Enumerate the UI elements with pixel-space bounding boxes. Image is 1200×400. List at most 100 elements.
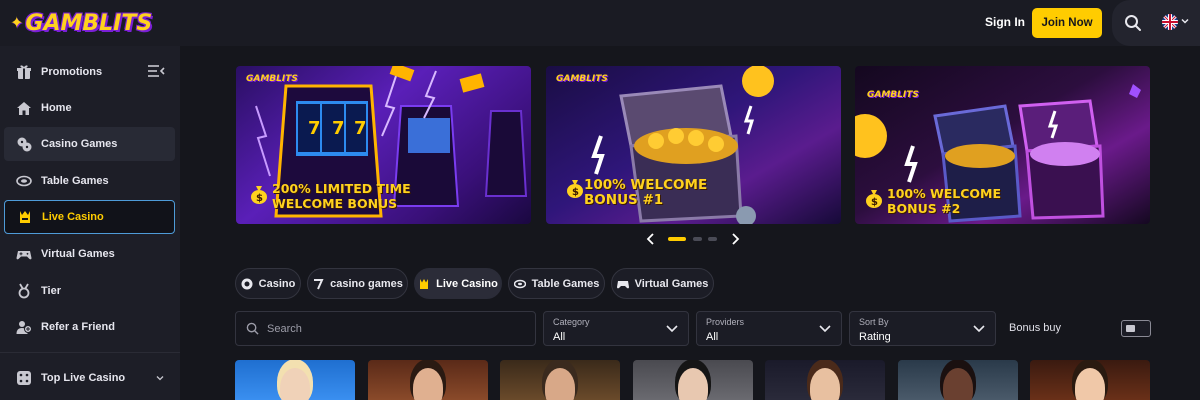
chevron-down-icon[interactable] [156, 374, 164, 382]
sidebar-item-promotions[interactable]: Promotions [4, 55, 175, 89]
svg-text:$: $ [871, 197, 878, 208]
sidebar-item-label: Casino Games [41, 138, 118, 150]
dice-icon [17, 137, 32, 152]
toggle-knob [1126, 325, 1135, 332]
seven-icon [314, 278, 324, 289]
money-bag-icon: $ [251, 186, 267, 204]
svg-text:$: $ [256, 193, 263, 204]
bonus-buy-toggle[interactable] [1121, 320, 1151, 337]
crown-icon [420, 278, 429, 289]
money-bag-icon: $ [866, 190, 882, 208]
trophy-icon [18, 283, 30, 299]
dealer-thumbnail [678, 368, 708, 400]
users-icon [16, 321, 32, 334]
gamepad-icon [616, 280, 629, 288]
dealer-thumbnail [810, 368, 840, 400]
gift-icon [17, 65, 31, 79]
uk-flag-icon[interactable] [1162, 14, 1178, 30]
select-value: All [553, 331, 566, 343]
sidebar-item-top-live-casino[interactable]: Top Live Casino [4, 361, 175, 395]
logo-text: GAMBLITS [25, 10, 153, 36]
promo-banner[interactable]: GAMBLITS $ 100% WELCOME BONUS #1 [546, 66, 841, 224]
sign-in-link[interactable]: Sign In [985, 15, 1025, 29]
sidebar-item-label: Live Casino [42, 211, 104, 223]
game-card[interactable] [368, 360, 488, 400]
tab-virtual-games[interactable]: Virtual Games [611, 268, 714, 299]
svg-text:$: $ [572, 187, 579, 198]
tab-table-games[interactable]: Table Games [508, 268, 605, 299]
top-bar: ✦ GAMBLITS Sign In Join Now [0, 0, 1200, 46]
game-card[interactable] [765, 360, 885, 400]
select-label: Category [553, 317, 590, 327]
carousel-dot[interactable] [708, 237, 717, 241]
game-card[interactable] [1030, 360, 1150, 400]
sort-select[interactable]: Sort By Rating [849, 311, 996, 346]
carousel-dot[interactable] [693, 237, 702, 241]
bonus-buy-label: Bonus buy [1009, 322, 1061, 334]
sidebar-item-live-casino[interactable]: Live Casino [4, 200, 175, 234]
sidebar-item-home[interactable]: Home [4, 91, 175, 125]
dealer-thumbnail [413, 368, 443, 400]
svg-text:7: 7 [332, 118, 345, 139]
sidebar-item-label: Home [41, 102, 72, 114]
carousel-dot-active[interactable] [668, 237, 686, 241]
category-select[interactable]: Category All [543, 311, 689, 346]
sidebar-item-label: Refer a Friend [41, 321, 115, 333]
banner-title: 100% WELCOME BONUS #1 [584, 177, 708, 208]
sidebar-item-label: Virtual Games [41, 248, 115, 260]
sidebar-item-table-games[interactable]: Table Games [4, 164, 175, 198]
sidebar-divider [0, 352, 180, 353]
home-icon [17, 102, 31, 115]
chevron-down-icon [666, 325, 678, 333]
svg-text:7: 7 [354, 118, 367, 139]
tab-casino-games[interactable]: casino games [307, 268, 408, 299]
search-icon [246, 322, 259, 335]
money-bag-icon: $ [567, 180, 583, 198]
select-label: Sort By [859, 317, 889, 327]
dealer-thumbnail [943, 368, 973, 400]
promo-banner[interactable]: 7 7 7 GAMBLITS $ 200% LIMITED TIME WELCO… [236, 66, 531, 224]
sidebar-item-label: Table Games [41, 175, 109, 187]
search-input[interactable] [267, 322, 517, 335]
tab-live-casino[interactable]: Live Casino [414, 268, 502, 299]
chevron-down-icon [973, 325, 985, 333]
casino-chip-icon [241, 278, 253, 289]
search-field[interactable] [235, 311, 536, 346]
sidebar-item-casino-games[interactable]: Casino Games [4, 127, 175, 161]
sidebar-item-tier[interactable]: Tier [4, 274, 175, 308]
sidebar: Promotions Home Casino Games Table Games… [0, 46, 180, 400]
game-card[interactable] [898, 360, 1018, 400]
game-card[interactable] [500, 360, 620, 400]
chevron-right-icon[interactable] [730, 233, 740, 245]
gamepad-icon [16, 251, 32, 260]
dealer-thumbnail [280, 368, 310, 400]
select-value: Rating [859, 331, 891, 343]
game-card[interactable] [235, 360, 355, 400]
banner-logo: GAMBLITS [556, 74, 608, 84]
promo-banner[interactable]: GAMBLITS $ 100% WELCOME BONUS #2 [855, 66, 1150, 224]
sidebar-item-label: Tier [41, 285, 61, 297]
sidebar-item-label: Top Live Casino [41, 372, 126, 384]
join-now-button[interactable]: Join Now [1032, 8, 1102, 38]
providers-select[interactable]: Providers All [696, 311, 842, 346]
search-icon[interactable] [1124, 14, 1142, 32]
tab-casino[interactable]: Casino [235, 268, 301, 299]
game-card[interactable] [633, 360, 753, 400]
dealer-thumbnail [1075, 368, 1105, 400]
banner-logo: GAMBLITS [246, 74, 298, 84]
chevron-down-icon [819, 325, 831, 333]
banner-logo: GAMBLITS [867, 90, 919, 100]
dice-icon [17, 371, 31, 385]
sidebar-item-label: Promotions [41, 66, 103, 78]
chevron-down-icon[interactable] [1180, 16, 1190, 26]
sidebar-item-refer-a-friend[interactable]: Refer a Friend [4, 310, 175, 344]
table-icon [513, 279, 526, 288]
svg-text:7: 7 [308, 118, 321, 139]
banner-title: 100% WELCOME BONUS #2 [887, 186, 1002, 216]
site-logo[interactable]: ✦ GAMBLITS [10, 6, 152, 40]
chevron-left-icon[interactable] [646, 233, 656, 245]
sidebar-item-virtual-games[interactable]: Virtual Games [4, 237, 175, 271]
select-label: Providers [706, 317, 745, 327]
table-icon [16, 175, 32, 187]
star-icon: ✦ [10, 15, 24, 32]
